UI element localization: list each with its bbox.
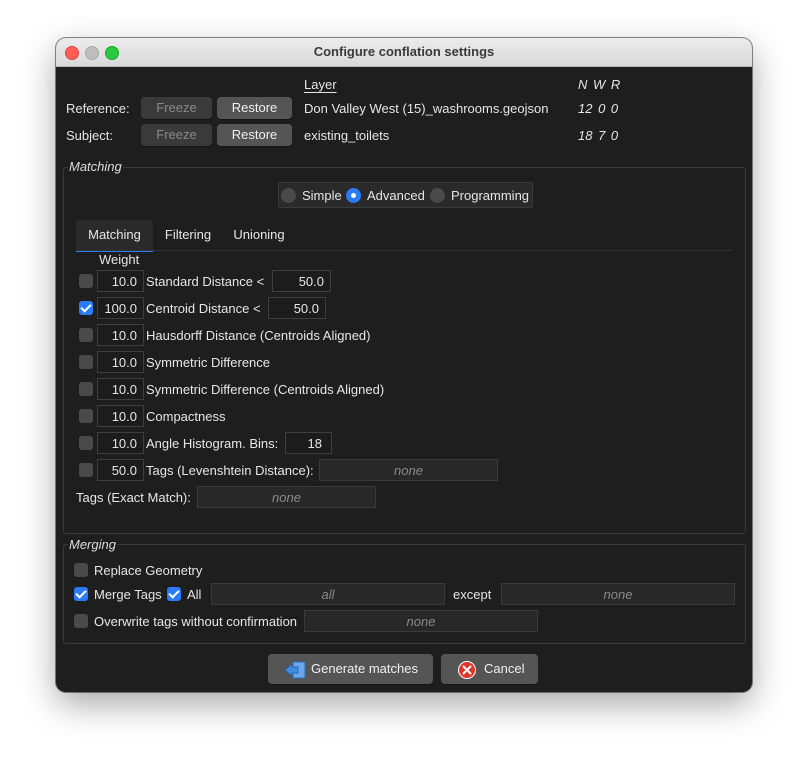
centroid-distance-label: Centroid Distance < [146, 301, 261, 316]
angle-histogram-bins-input[interactable]: 18 [285, 432, 332, 454]
window-title: Configure conflation settings [313, 44, 495, 59]
hausdorff-distance-label: Hausdorff Distance (Centroids Aligned) [146, 328, 371, 343]
tags-levenshtein-input[interactable]: none [319, 459, 498, 481]
merge-tags-checkbox[interactable] [74, 587, 88, 601]
symmetric-difference-weight-input[interactable]: 10.0 [97, 351, 144, 373]
subject-nwr-counts: 18 7 0 [578, 128, 619, 143]
overwrite-tags-label[interactable]: Overwrite tags without confirmation [94, 614, 297, 629]
generate-matches-icon [284, 660, 306, 679]
tab-unioning[interactable]: Unioning [226, 220, 292, 250]
matching-group-title: Matching [68, 159, 123, 174]
hausdorff-distance-checkbox[interactable] [79, 328, 93, 342]
layer-header: Layer [304, 77, 337, 92]
tags-levenshtein-label: Tags (Levenshtein Distance): [146, 463, 314, 478]
nwr-header: N W R [578, 77, 621, 92]
standard-distance-label: Standard Distance < [146, 274, 265, 289]
merge-tags-input[interactable]: all [211, 583, 445, 605]
replace-geometry-checkbox[interactable] [74, 563, 88, 577]
subject-label: Subject: [66, 128, 113, 143]
symmetric-difference-aligned-checkbox[interactable] [79, 382, 93, 396]
standard-distance-param-input[interactable]: 50.0 [272, 270, 331, 292]
centroid-distance-param-input[interactable]: 50.0 [268, 297, 326, 319]
tags-levenshtein-checkbox[interactable] [79, 463, 93, 477]
reference-layer-name: Don Valley West (15)_washrooms.geojson [304, 101, 549, 116]
compactness-checkbox[interactable] [79, 409, 93, 423]
angle-histogram-weight-input[interactable]: 10.0 [97, 432, 144, 454]
except-label: except [453, 587, 492, 602]
tab-filtering[interactable]: Filtering [156, 220, 220, 250]
all-tags-checkbox[interactable] [167, 587, 181, 601]
generate-matches-button[interactable]: Generate matches [268, 654, 433, 684]
hausdorff-distance-weight-input[interactable]: 10.0 [97, 324, 144, 346]
generate-matches-label: Generate matches [311, 661, 418, 676]
tags-exact-match-input[interactable]: none [197, 486, 376, 508]
symmetric-difference-label: Symmetric Difference [146, 355, 271, 370]
reference-freeze-button[interactable]: Freeze [141, 97, 212, 119]
standard-distance-checkbox[interactable] [79, 274, 93, 288]
overwrite-tags-checkbox[interactable] [74, 614, 88, 628]
mode-simple-label[interactable]: Simple [302, 188, 342, 203]
symmetric-difference-checkbox[interactable] [79, 355, 93, 369]
tags-exact-match-label: Tags (Exact Match): [76, 490, 191, 505]
tags-levenshtein-weight-input[interactable]: 50.0 [97, 459, 144, 481]
except-tags-input[interactable]: none [501, 583, 735, 605]
overwrite-tags-input[interactable]: none [304, 610, 538, 632]
symmetric-difference-aligned-label: Symmetric Difference (Centroids Aligned) [146, 382, 385, 397]
centroid-distance-weight-input[interactable]: 100.0 [97, 297, 144, 319]
mode-advanced-radio[interactable] [346, 188, 361, 203]
replace-geometry-label[interactable]: Replace Geometry [94, 563, 202, 578]
cancel-button[interactable]: Cancel [441, 654, 538, 684]
merging-group-title: Merging [68, 537, 117, 552]
merge-tags-label[interactable]: Merge Tags [94, 587, 162, 602]
mode-programming-label[interactable]: Programming [451, 188, 529, 203]
angle-histogram-label: Angle Histogram. Bins: [146, 436, 279, 451]
cancel-icon [458, 660, 476, 679]
angle-histogram-checkbox[interactable] [79, 436, 93, 450]
weight-header: Weight [99, 252, 140, 267]
standard-distance-weight-input[interactable]: 10.0 [97, 270, 144, 292]
reference-nwr-counts: 12 0 0 [578, 101, 619, 116]
mode-advanced-label[interactable]: Advanced [367, 188, 425, 203]
mode-programming-radio[interactable] [430, 188, 445, 203]
tab-divider [76, 250, 732, 251]
symmetric-difference-aligned-weight-input[interactable]: 10.0 [97, 378, 144, 400]
compactness-weight-input[interactable]: 10.0 [97, 405, 144, 427]
reference-restore-button[interactable]: Restore [217, 97, 292, 119]
subject-freeze-button[interactable]: Freeze [141, 124, 212, 146]
title-bar[interactable]: Configure conflation settings [56, 38, 752, 67]
tab-matching[interactable]: Matching [76, 220, 153, 252]
mode-simple-radio[interactable] [281, 188, 296, 203]
centroid-distance-checkbox[interactable] [79, 301, 93, 315]
all-tags-label[interactable]: All [187, 587, 201, 602]
reference-label: Reference: [66, 101, 130, 116]
compactness-label: Compactness [146, 409, 226, 424]
conflation-settings-dialog: Configure conflation settings Layer N W … [56, 38, 752, 692]
cancel-label: Cancel [484, 661, 525, 676]
subject-restore-button[interactable]: Restore [217, 124, 292, 146]
subject-layer-name: existing_toilets [304, 128, 390, 143]
